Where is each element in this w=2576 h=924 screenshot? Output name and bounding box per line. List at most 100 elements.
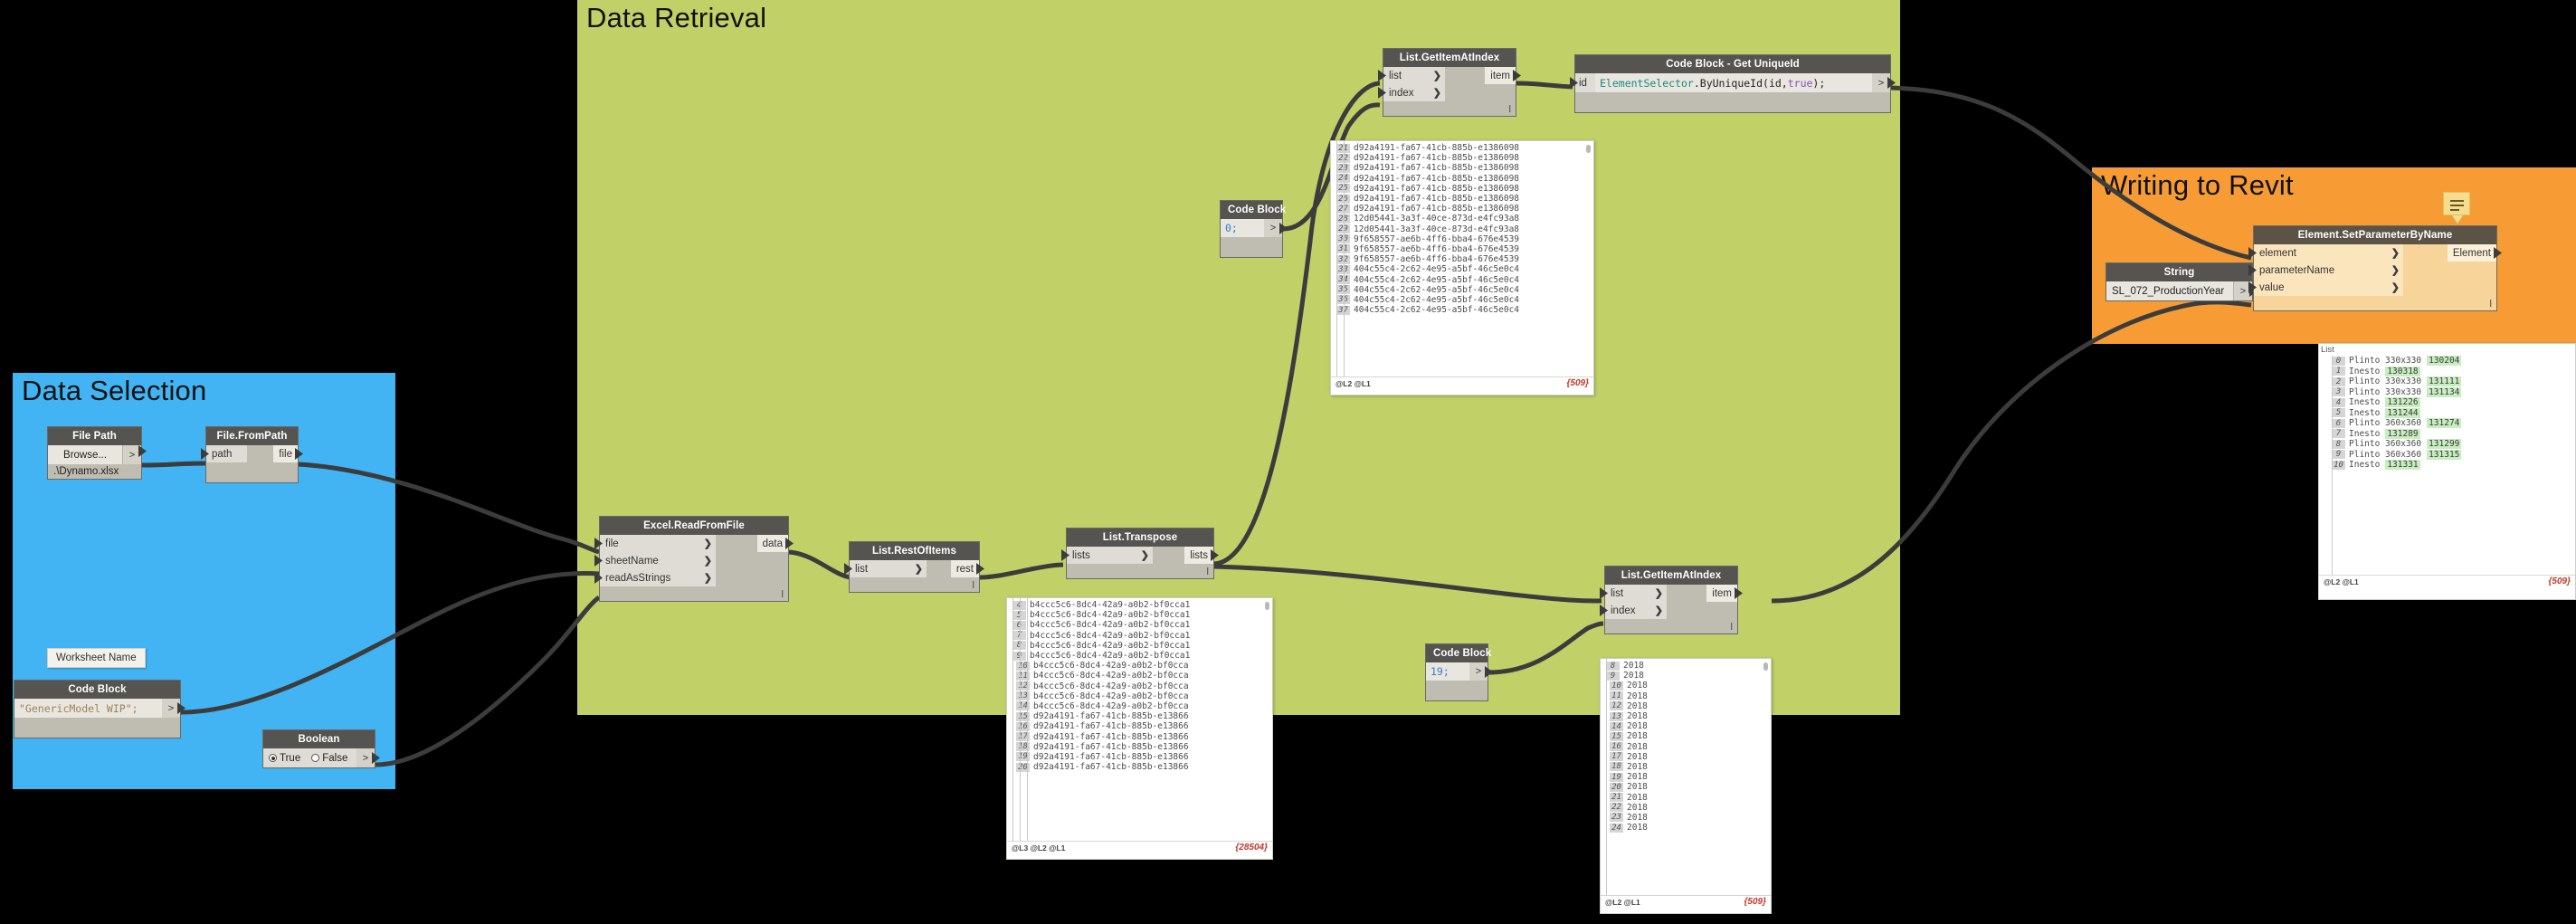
port-item[interactable]: item <box>1706 585 1737 602</box>
port-value[interactable]: value ❯ <box>2254 279 2403 296</box>
preview-row-index: 22 <box>1610 803 1623 813</box>
node-code-block-get-uniqueid[interactable]: Code Block - Get UniqueId id ElementSele… <box>1570 54 1896 113</box>
port-lists-out[interactable]: lists <box>1184 547 1213 564</box>
port-file[interactable]: file <box>273 445 298 462</box>
code-block-index-0-input[interactable]: 0; <box>1221 219 1264 237</box>
preview-transpose[interactable]: 4b4ccc5c6-8dc4-42a9-a0b2-bf0cca15b4ccc5c… <box>1006 597 1273 860</box>
preview-row: 9 2018 <box>1606 671 1767 681</box>
preview-getitem-bottom[interactable]: 8 2018 9 2018 10 2018 11 2018 12 2018 13 2018 14 2018… <box>1600 658 1772 914</box>
browse-button[interactable]: Browse... <box>48 445 123 464</box>
group-title-data-retrieval: Data Retrieval <box>586 2 767 33</box>
preview-row: 7b4ccc5c6-8dc4-42a9-a0b2-bf0cca1 <box>1012 631 1269 641</box>
port-data[interactable]: data <box>756 535 788 552</box>
node-list-getitematindex-bottom[interactable]: List.GetItemAtIndex list ❯ item index ❯ <box>1600 566 1743 634</box>
preview-row-value: 404c55c4-2c62-4e95-a5bf-46c5e0c4 <box>1354 294 1520 305</box>
preview-row: 21 2018 <box>1610 792 1767 803</box>
preview-row-value: Plinto 360x360 <box>2349 418 2422 429</box>
chevron-right-icon: ❯ <box>1432 88 1441 99</box>
preview-row-element-id: 131111 <box>2427 376 2462 387</box>
port-file[interactable]: file ❯ <box>600 535 716 552</box>
preview-row-index: 21 <box>1610 793 1623 803</box>
preview-row: 15 2018 <box>1610 731 1767 741</box>
node-string[interactable]: String SL_072_ProductionYear > <box>2105 262 2258 301</box>
node-list-getitematindex-top[interactable]: List.GetItemAtIndex list ❯ item index ❯ <box>1378 48 1521 117</box>
node-code-block-index-19[interactable]: Code Block 19; > <box>1425 643 1493 701</box>
port-id[interactable]: id <box>1575 73 1595 92</box>
port-sheetname[interactable]: sheetName ❯ <box>600 552 716 569</box>
node-code-block-sheetname[interactable]: Code Block "GenericModel WIP"; > <box>14 680 185 738</box>
port-index[interactable]: index ❯ <box>1605 602 1667 619</box>
node-list-restofitems[interactable]: List.RestOfItems list ❯ rest l <box>844 541 984 593</box>
port-parametername[interactable]: parameterName ❯ <box>2254 262 2403 279</box>
preview-row-value: 404c55c4-2c62-4e95-a5bf-46c5e0c4 <box>1354 274 1520 285</box>
preview-setparam[interactable]: List 0 Plinto 330x330 130204 1 Inesto 130318 2… <box>2318 343 2576 600</box>
chevron-right-icon: ❯ <box>914 564 923 575</box>
file-path-value: .\Dynamo.xlsx <box>48 464 141 479</box>
node-element-setparameterbyname[interactable]: Element.SetParameterByName element ❯ Ele… <box>2248 225 2502 311</box>
port-list[interactable]: list ❯ <box>850 560 927 577</box>
node-file-path[interactable]: File Path Browse... > .\Dynamo.xlsx <box>47 426 147 480</box>
port-list[interactable]: list ❯ <box>1605 585 1667 602</box>
port-readasstrings[interactable]: readAsStrings ❯ <box>600 569 716 586</box>
radio-false-icon[interactable] <box>311 754 320 762</box>
node-title-code-block-sheetname: Code Block <box>14 681 180 699</box>
preview-row-element-id: 131315 <box>2427 449 2462 460</box>
code-block-uniqueid-input[interactable]: ElementSelector .ByUniqueId(id, true); <box>1595 73 1872 92</box>
preview-row-index: 4 <box>2332 397 2345 407</box>
node-title-excel-readfromfile: Excel.ReadFromFile <box>600 517 788 535</box>
preview-row-value: 9f658557-ae6b-4ff6-bba4-676e4539 <box>1354 243 1520 254</box>
note-worksheet-name[interactable]: Worksheet Name <box>47 648 146 668</box>
port-index[interactable]: index ❯ <box>1383 84 1445 101</box>
chevron-right-icon: ❯ <box>703 538 712 549</box>
preview-row-index: 12 <box>1610 701 1623 711</box>
node-file-frompath[interactable]: File.FromPath path file <box>201 426 303 483</box>
preview-row: 8b4ccc5c6-8dc4-42a9-a0b2-bf0cca1 <box>1012 641 1269 651</box>
code-block-index-19-input[interactable]: 19; <box>1426 662 1469 681</box>
preview-row-value: b4ccc5c6-8dc4-42a9-a0b2-bf0cca <box>1033 691 1189 701</box>
preview-row-index: 8 <box>2332 439 2345 449</box>
preview-row-value: d92a4191-fa67-41cb-885b-e13866 <box>1033 741 1189 752</box>
note-worksheet-name-text: Worksheet Name <box>56 653 137 663</box>
boolean-radio-true[interactable]: True <box>263 753 306 764</box>
radio-true-icon[interactable] <box>269 754 277 762</box>
preview-row-value: b4ccc5c6-8dc4-42a9-a0b2-bf0cca1 <box>1030 640 1191 651</box>
preview-row: 37404c55c4-2c62-4e95-a5bf-46c5e0c4 <box>1336 305 1590 315</box>
port-lists-in[interactable]: lists ❯ <box>1067 547 1153 564</box>
preview-row-index: 11 <box>1610 691 1623 701</box>
node-boolean[interactable]: Boolean True False > <box>262 729 380 768</box>
port-path[interactable]: path <box>206 445 247 462</box>
preview-row-element-id: 130204 <box>2427 356 2462 367</box>
comment-bubble-icon[interactable] <box>2443 192 2470 224</box>
preview-row: 36404c55c4-2c62-4e95-a5bf-46c5e0c4 <box>1336 295 1590 305</box>
boolean-radio-false[interactable]: False <box>306 753 353 764</box>
port-list[interactable]: list ❯ <box>1383 67 1445 84</box>
port-item[interactable]: item <box>1485 67 1516 84</box>
preview-row-value: d92a4191-fa67-41cb-885b-e13866 <box>1033 751 1189 762</box>
node-code-block-index-0[interactable]: Code Block 0; > <box>1220 200 1288 258</box>
port-element-out[interactable]: Element <box>2447 244 2496 262</box>
dynamo-canvas[interactable]: Data Retrieval Data Selection Writing to… <box>0 0 2576 924</box>
preview-row-value: Inesto <box>2349 397 2381 408</box>
chevron-right-icon: ❯ <box>2391 248 2400 259</box>
port-rest[interactable]: rest <box>950 560 979 577</box>
preview-row-index: 19 <box>1610 772 1623 782</box>
preview-lacing: @L2 @L1 <box>1336 378 1371 388</box>
preview-row: 11 b4ccc5c6-8dc4-42a9-a0b2-bf0cca <box>1016 671 1269 681</box>
port-element[interactable]: element ❯ <box>2254 244 2403 262</box>
node-excel-readfromfile[interactable]: Excel.ReadFromFile file ❯ data sheetName… <box>594 516 794 602</box>
preview-row-index: 14 <box>1610 721 1623 731</box>
preview-row-value: 2018 <box>1627 782 1648 793</box>
string-value-input[interactable]: SL_072_ProductionYear <box>2106 281 2234 300</box>
preview-row-index: 13 <box>1610 711 1623 721</box>
preview-row-value: b4ccc5c6-8dc4-42a9-a0b2-bf0cca <box>1033 681 1189 691</box>
preview-row: 2 Plinto 330x330 131111 <box>2332 376 2571 387</box>
preview-getitem-top[interactable]: 21d92a4191-fa67-41cb-885b-e138609822d92a… <box>1330 140 1594 395</box>
preview-row: 6 Plinto 360x360 131274 <box>2332 418 2571 429</box>
preview-row-value: 2018 <box>1627 812 1648 823</box>
preview-row: 19 d92a4191-fa67-41cb-885b-e13866 <box>1016 752 1269 762</box>
preview-row: 21d92a4191-fa67-41cb-885b-e1386098 <box>1336 143 1590 153</box>
node-list-transpose[interactable]: List.Transpose lists ❯ lists l <box>1061 528 1219 579</box>
preview-row: 19 2018 <box>1610 772 1767 782</box>
preview-row: 7 Inesto 131289 <box>2332 428 2571 440</box>
code-block-sheetname-input[interactable]: "GenericModel WIP"; <box>14 699 162 718</box>
